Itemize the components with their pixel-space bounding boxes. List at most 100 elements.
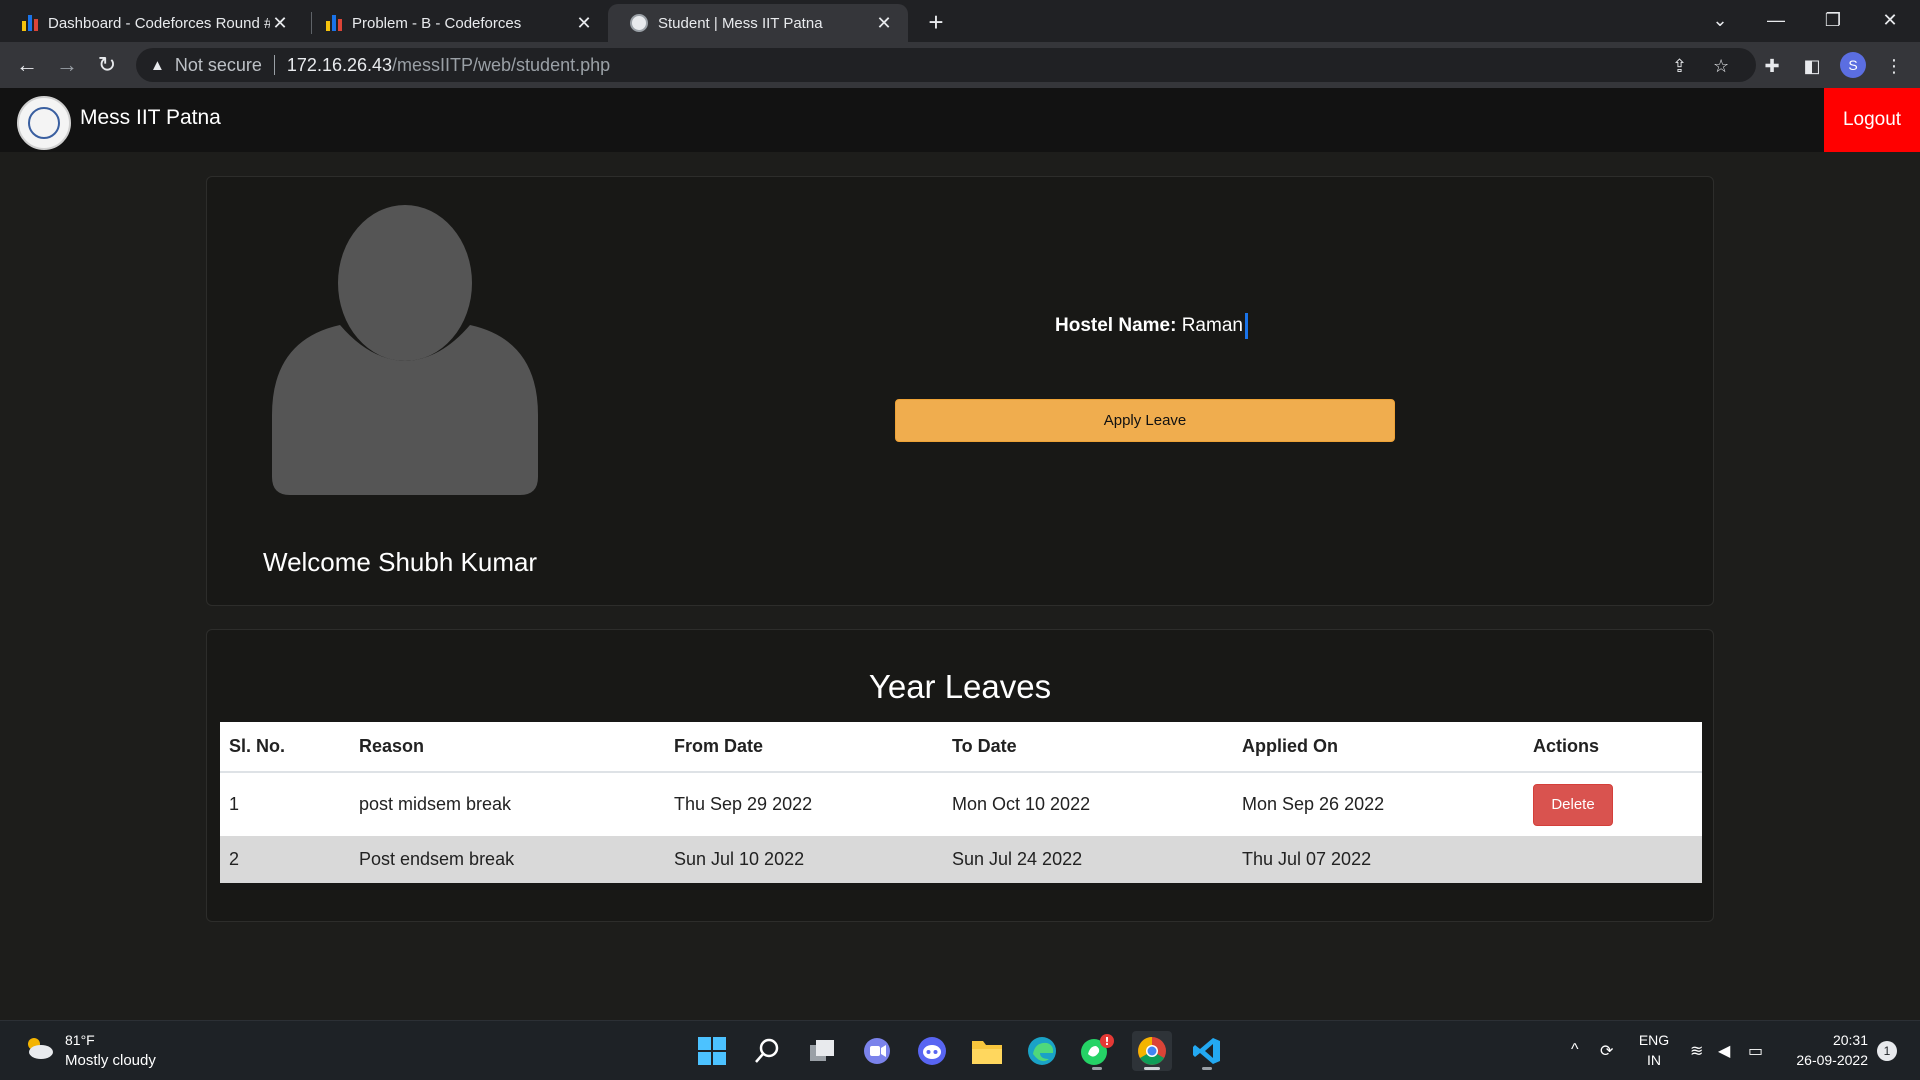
discord-app[interactable] bbox=[912, 1031, 952, 1071]
minimize-button[interactable]: — bbox=[1756, 4, 1796, 36]
site-brand[interactable]: Mess IIT Patna bbox=[80, 106, 221, 130]
whatsapp-badge: ! bbox=[1104, 1035, 1109, 1048]
window-close-button[interactable]: ✕ bbox=[1870, 4, 1910, 36]
iit-patna-logo[interactable] bbox=[17, 96, 71, 150]
cell-sl-no: 2 bbox=[220, 836, 350, 883]
folder-icon bbox=[972, 1041, 1002, 1064]
url-path: /messIITP/web/student.php bbox=[392, 54, 611, 75]
vscode-icon bbox=[1193, 1038, 1220, 1064]
back-arrow-icon[interactable]: ← bbox=[10, 48, 44, 82]
browser-toolbar: ← → ↻ ▲ Not secure 172.16.26.43/messIITP… bbox=[0, 42, 1920, 88]
discord-icon bbox=[918, 1037, 946, 1065]
close-icon[interactable]: ✕ bbox=[270, 13, 290, 33]
codeforces-favicon-icon bbox=[326, 15, 342, 31]
whatsapp-app[interactable]: ! bbox=[1077, 1031, 1117, 1071]
mess-favicon-icon bbox=[630, 14, 648, 32]
bookmark-star-icon[interactable]: ☆ bbox=[1713, 56, 1729, 77]
volume-icon[interactable]: ◀ bbox=[1718, 1041, 1730, 1061]
delete-button[interactable]: Delete bbox=[1533, 783, 1613, 826]
tab-title: Problem - B - Codeforces bbox=[352, 14, 522, 32]
file-explorer-app[interactable] bbox=[967, 1031, 1007, 1071]
forward-arrow-icon[interactable]: → bbox=[50, 48, 84, 82]
whatsapp-icon: ! bbox=[1081, 1034, 1114, 1065]
weather-cloudy-icon[interactable] bbox=[24, 1035, 54, 1061]
leaves-table: Sl. No. Reason From Date To Date Applied… bbox=[220, 722, 1702, 883]
cell-to-date: Sun Jul 24 2022 bbox=[943, 836, 1233, 883]
tab-codeforces-problem[interactable]: Problem - B - Codeforces ✕ bbox=[304, 4, 608, 42]
hostel-info: Hostel Name: Raman bbox=[1055, 313, 1248, 339]
welcome-message: Welcome Shubh Kumar bbox=[263, 547, 538, 577]
table-header-row: Sl. No. Reason From Date To Date Applied… bbox=[220, 722, 1702, 773]
close-icon[interactable]: ✕ bbox=[574, 13, 594, 33]
omnibox-divider bbox=[273, 55, 275, 75]
tab-codeforces-dashboard[interactable]: Dashboard - Codeforces Round # ✕ bbox=[0, 4, 304, 42]
leaves-card: Year Leaves Sl. No. Reason From Date To … bbox=[206, 629, 1714, 922]
running-indicator bbox=[1092, 1067, 1102, 1070]
running-indicator bbox=[1202, 1067, 1212, 1070]
url-host: 172.16.26.43 bbox=[286, 54, 393, 75]
table-row: 2 Post endsem break Sun Jul 10 2022 Sun … bbox=[220, 836, 1702, 883]
apply-leave-button[interactable]: Apply Leave bbox=[895, 399, 1395, 442]
cell-sl-no: 1 bbox=[220, 772, 350, 836]
chrome-app[interactable] bbox=[1132, 1031, 1172, 1071]
close-icon[interactable]: ✕ bbox=[874, 13, 894, 33]
notification-badge[interactable]: 1 bbox=[1877, 1041, 1897, 1061]
cell-from-date: Sun Jul 10 2022 bbox=[665, 836, 943, 883]
side-panel-icon[interactable]: ◧ bbox=[1800, 54, 1824, 78]
wifi-icon[interactable]: ≋ bbox=[1690, 1041, 1703, 1061]
teams-chat-button[interactable] bbox=[857, 1031, 897, 1071]
tab-search-chevron-icon[interactable]: ⌄ bbox=[1700, 4, 1740, 36]
clock-time[interactable]: 20:31 bbox=[1778, 1032, 1868, 1048]
address-bar[interactable]: ▲ Not secure 172.16.26.43/messIITP/web/s… bbox=[136, 48, 1756, 82]
windows-logo-icon bbox=[698, 1037, 726, 1065]
running-indicator bbox=[1144, 1067, 1160, 1070]
column-header: Actions bbox=[1524, 722, 1702, 773]
profile-avatar[interactable]: S bbox=[1840, 52, 1866, 78]
sync-icon[interactable]: ⟳ bbox=[1600, 1041, 1613, 1061]
tab-mess-student[interactable]: Student | Mess IIT Patna ✕ bbox=[608, 4, 908, 42]
edge-app[interactable] bbox=[1022, 1031, 1062, 1071]
clock-date[interactable]: 26-09-2022 bbox=[1778, 1052, 1868, 1068]
table-row: 1 post midsem break Thu Sep 29 2022 Mon … bbox=[220, 772, 1702, 836]
vscode-app[interactable] bbox=[1187, 1031, 1227, 1071]
cell-actions: Delete bbox=[1524, 772, 1702, 836]
tab-title: Dashboard - Codeforces Round # bbox=[48, 14, 270, 32]
text-cursor bbox=[1244, 313, 1248, 339]
task-view-icon bbox=[810, 1040, 834, 1061]
security-label[interactable]: Not secure bbox=[175, 55, 262, 76]
reload-icon[interactable]: ↻ bbox=[90, 48, 124, 82]
cell-applied-on: Mon Sep 26 2022 bbox=[1233, 772, 1524, 836]
leaves-title: Year Leaves bbox=[868, 668, 1052, 705]
weather-description[interactable]: Mostly cloudy bbox=[65, 1052, 156, 1069]
chrome-menu-icon[interactable]: ⋮ bbox=[1882, 54, 1906, 78]
browser-tabstrip: Dashboard - Codeforces Round # ✕ Problem… bbox=[0, 0, 1920, 42]
cell-actions bbox=[1524, 836, 1702, 883]
cell-from-date: Thu Sep 29 2022 bbox=[665, 772, 943, 836]
user-avatar-icon bbox=[272, 205, 538, 495]
cell-reason: Post endsem break bbox=[350, 836, 665, 883]
chevron-up-icon[interactable]: ^ bbox=[1571, 1041, 1579, 1059]
site-navbar: Mess IIT Patna Logout bbox=[0, 88, 1920, 152]
share-icon[interactable]: ⇪ bbox=[1672, 56, 1687, 77]
battery-icon[interactable]: ▭ bbox=[1748, 1041, 1763, 1061]
cell-reason: post midsem break bbox=[350, 772, 665, 836]
language-region[interactable]: IN bbox=[1636, 1052, 1672, 1068]
weather-temperature[interactable]: 81°F bbox=[65, 1032, 95, 1048]
new-tab-button[interactable]: + bbox=[922, 7, 950, 37]
edge-browser-icon bbox=[1028, 1037, 1056, 1065]
warning-triangle-icon: ▲ bbox=[150, 56, 165, 74]
column-header: Applied On bbox=[1233, 722, 1524, 773]
extensions-puzzle-icon[interactable]: ✚ bbox=[1760, 54, 1784, 78]
hostel-label: Hostel Name: bbox=[1055, 315, 1177, 337]
language-code[interactable]: ENG bbox=[1636, 1032, 1672, 1048]
cell-to-date: Mon Oct 10 2022 bbox=[943, 772, 1233, 836]
restore-button[interactable]: ❐ bbox=[1813, 4, 1853, 36]
column-header: Sl. No. bbox=[220, 722, 350, 773]
tab-title: Student | Mess IIT Patna bbox=[658, 14, 823, 32]
windows-taskbar: 81°F Mostly cloudy ! ^ ⟳ ENG IN ≋ ◀ ▭ 20… bbox=[0, 1020, 1920, 1080]
search-button[interactable] bbox=[747, 1031, 787, 1071]
column-header: To Date bbox=[943, 722, 1233, 773]
start-button[interactable] bbox=[692, 1031, 732, 1071]
logout-button[interactable]: Logout bbox=[1824, 88, 1920, 152]
task-view-button[interactable] bbox=[802, 1031, 842, 1071]
